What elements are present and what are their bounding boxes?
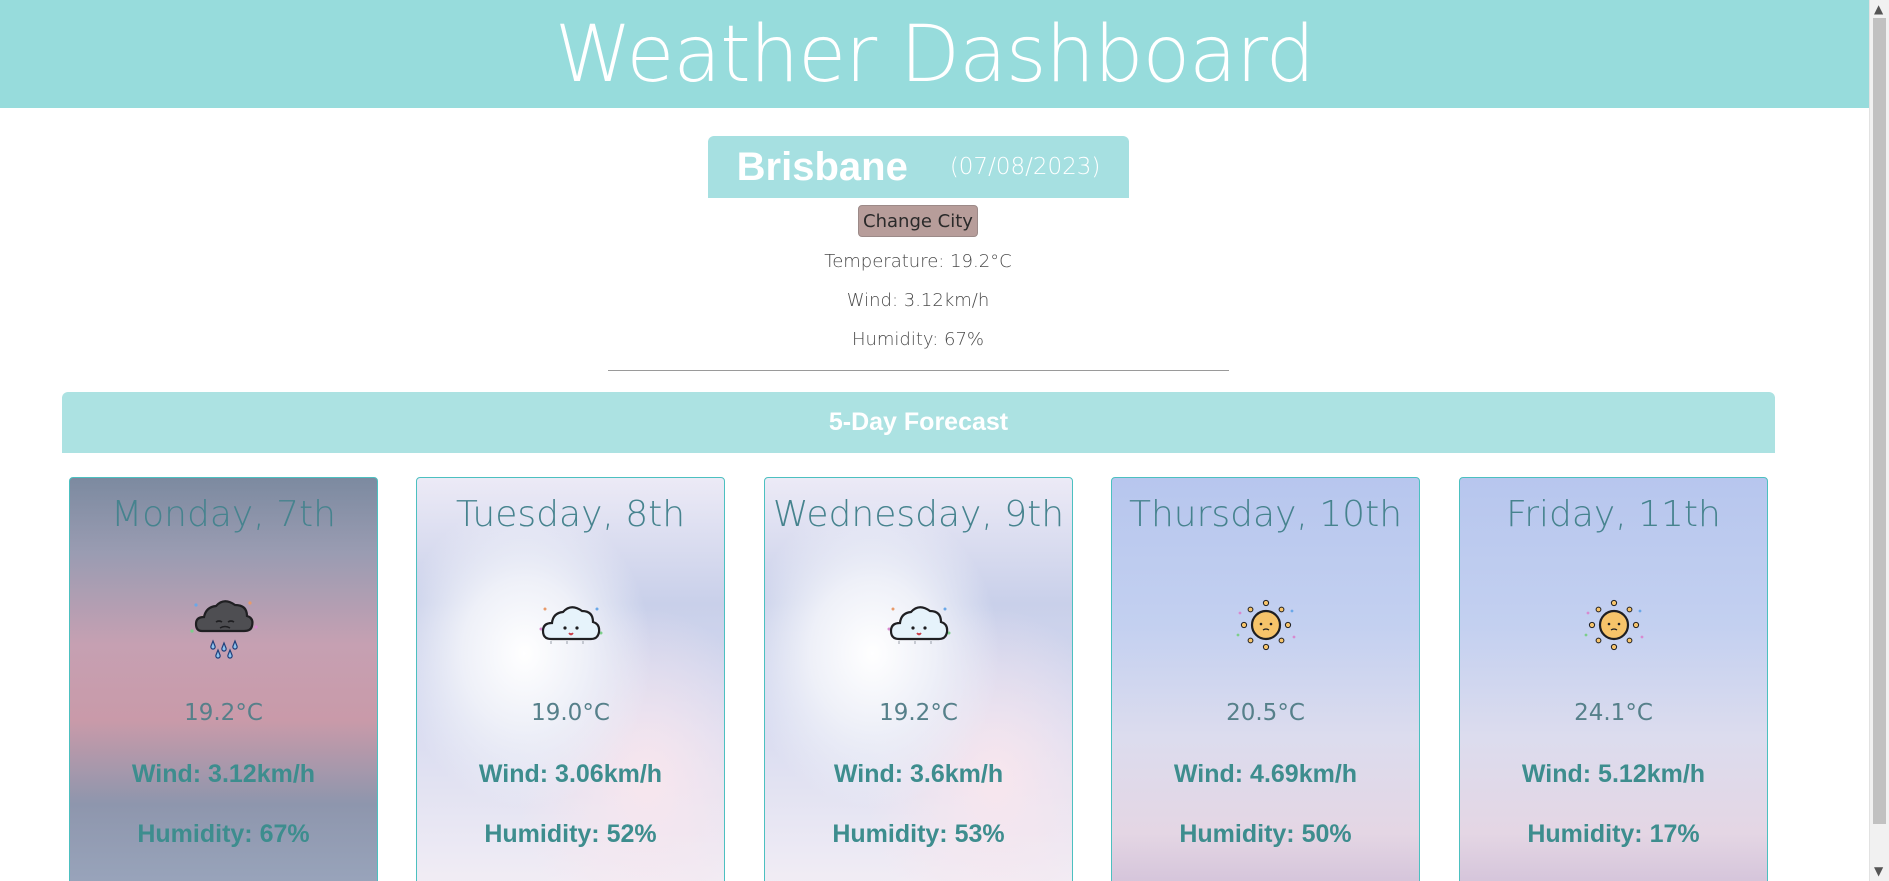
forecast-temperature: 19.0°C: [531, 700, 610, 726]
forecast-temperature: 19.2°C: [879, 700, 958, 726]
scroll-down-arrow-icon[interactable]: ▼: [1874, 865, 1883, 877]
forecast-humidity: Humidity: 53%: [832, 820, 1005, 848]
current-date: (07/08/2023): [949, 154, 1101, 180]
rain-cloud-icon: [70, 583, 377, 663]
vertical-scrollbar[interactable]: ▲ ▼: [1869, 0, 1889, 881]
current-humidity: Humidity: 67%: [851, 329, 985, 350]
page: Weather Dashboard Brisbane (07/08/2023) …: [0, 0, 1869, 881]
forecast-humidity: Humidity: 50%: [1179, 820, 1352, 848]
forecast-card: Wednesday, 9th 19.2°C Wind: 3.6km/h Humi…: [764, 477, 1073, 881]
forecast-temperature: 24.1°C: [1574, 700, 1653, 726]
forecast-wind: Wind: 5.12km/h: [1521, 760, 1706, 788]
cloud-icon: [765, 583, 1072, 663]
forecast-day: Thursday, 10th: [1128, 494, 1403, 535]
page-header: Weather Dashboard: [0, 0, 1869, 108]
forecast-temperature: 20.5°C: [1226, 700, 1305, 726]
forecast-wind: Wind: 3.12km/h: [131, 760, 316, 788]
current-temperature: Temperature: 19.2°C: [824, 251, 1012, 272]
forecast-day: Friday, 11th: [1506, 494, 1721, 535]
forecast-temperature: 19.2°C: [184, 700, 263, 726]
city-name: Brisbane: [736, 144, 908, 189]
forecast-card: Tuesday, 8th 19.0°C Wind: 3.06km/h Humid…: [416, 477, 725, 881]
forecast-humidity: Humidity: 17%: [1527, 820, 1700, 848]
forecast-heading: 5-Day Forecast: [62, 392, 1775, 453]
change-city-button[interactable]: Change City: [858, 205, 978, 237]
forecast-card: Monday, 7th 19.2°C Wind: 3.12km/h Humidi…: [69, 477, 378, 881]
forecast-card: Thursday, 10th 20.5°C Wind: 4.69km/h Hum…: [1111, 477, 1420, 881]
section-divider: [608, 370, 1229, 371]
forecast-day: Wednesday, 9th: [772, 494, 1065, 535]
scroll-up-arrow-icon[interactable]: ▲: [1874, 3, 1883, 15]
forecast-humidity: Humidity: 67%: [137, 820, 310, 848]
forecast-wind: Wind: 3.6km/h: [833, 760, 1004, 788]
cloud-icon: [417, 583, 724, 663]
scrollbar-thumb[interactable]: [1873, 18, 1886, 824]
forecast-card: Friday, 11th 24.1°C Wind: 5.12km/h Humid…: [1459, 477, 1768, 881]
forecast-wind: Wind: 3.06km/h: [478, 760, 663, 788]
sun-icon: [1460, 583, 1767, 663]
forecast-day: Tuesday, 8th: [455, 494, 686, 535]
forecast-wind: Wind: 4.69km/h: [1173, 760, 1358, 788]
forecast-day: Monday, 7th: [111, 494, 336, 535]
current-city-banner: Brisbane (07/08/2023): [708, 136, 1129, 198]
current-wind: Wind: 3.12km/h: [846, 290, 990, 311]
page-title: Weather Dashboard: [554, 10, 1315, 100]
sun-icon: [1112, 583, 1419, 663]
forecast-humidity: Humidity: 52%: [484, 820, 657, 848]
